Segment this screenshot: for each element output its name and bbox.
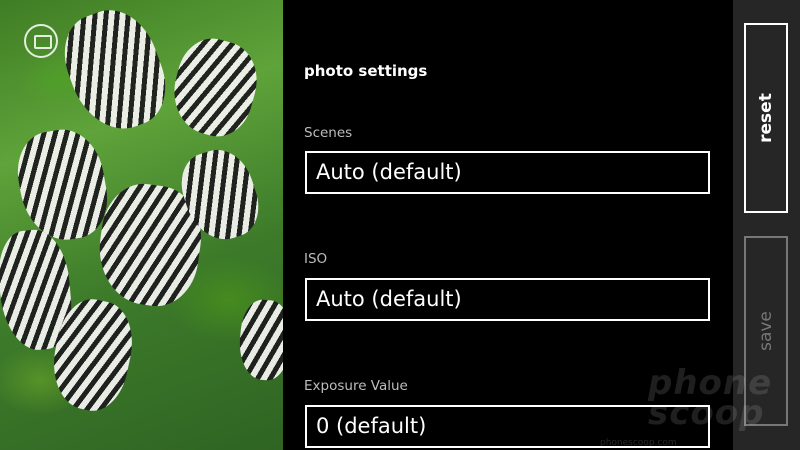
reset-button-label: reset bbox=[756, 93, 776, 143]
scenes-dropdown[interactable]: Auto (default) bbox=[305, 151, 710, 194]
save-button-label: save bbox=[756, 311, 776, 351]
exposure-value-label: Exposure Value bbox=[304, 378, 408, 394]
preview-zebra bbox=[236, 297, 283, 383]
watermark-logo: phone scoop bbox=[648, 366, 772, 433]
camera-viewfinder[interactable] bbox=[0, 0, 283, 450]
preview-zebra bbox=[11, 123, 114, 247]
reset-button[interactable]: reset bbox=[744, 23, 788, 213]
camera-switch-icon[interactable] bbox=[24, 24, 58, 58]
preview-zebra bbox=[52, 0, 178, 142]
page-title: photo settings bbox=[304, 62, 428, 80]
scenes-label: Scenes bbox=[304, 125, 353, 141]
watermark-url: phonescoop.com bbox=[600, 438, 677, 448]
iso-label: ISO bbox=[304, 251, 328, 267]
preview-zebra bbox=[164, 31, 266, 144]
watermark-line2: scoop bbox=[648, 393, 765, 433]
iso-dropdown[interactable]: Auto (default) bbox=[305, 278, 710, 321]
